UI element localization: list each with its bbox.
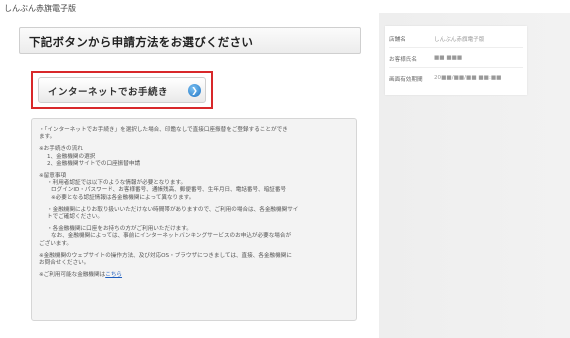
info-line: ます。: [39, 134, 56, 141]
page-heading: 下記ボタンから申請方法をお選びください: [19, 27, 361, 54]
summary-row-expiry: 画面有効期間 20■■/■■/■■ ■■:■■: [389, 70, 523, 88]
summary-value-store: しんぶん赤旗電子版: [434, 37, 485, 43]
info-line: ログインID・パスワード、お客様番号、通帳残高、郵便番号、生年月日、電話番号、暗…: [51, 187, 287, 194]
page-heading-text: 下記ボタンから申請方法をお選びください: [29, 35, 254, 49]
info-line: ※必要となる認証情報は各金融機関によって異なります。: [51, 194, 195, 201]
info-line: なお、金融機関によっては、事前にインターネットバンキングサービスのお申込が必要な…: [51, 233, 292, 240]
summary-card: 店舗名 しんぶん赤旗電子版 お客様氏名 ■■ ■■■ 画面有効期間 20■■/■…: [385, 26, 527, 95]
site-title: しんぶん赤旗電子版: [4, 4, 76, 13]
info-line: 2、金融機関サイトでの口座振替申請: [47, 160, 141, 167]
info-line: お問合せください。: [39, 260, 90, 267]
internet-procedure-button[interactable]: インターネットでお手続き ❯: [38, 77, 206, 103]
info-box: ・「インターネットでお手続き」を選択した場合、印鑑なしで直接口座振替をご登録する…: [31, 118, 357, 321]
info-line: ございます。: [39, 240, 73, 247]
summary-key-store: 店舗名: [389, 37, 406, 43]
summary-key-customer: お客様氏名: [389, 57, 417, 63]
internet-procedure-button-label: インターネットでお手続き: [48, 87, 169, 98]
info-line: ・「インターネットでお手続き」を選択した場合、印鑑なしで直接口座振替をご登録する…: [39, 127, 288, 133]
summary-value-customer: ■■ ■■■: [434, 55, 463, 61]
info-line: ※お手続きの流れ: [39, 146, 83, 153]
summary-row-customer: お客様氏名 ■■ ■■■: [389, 50, 523, 68]
chevron-right-circle-icon: ❯: [188, 84, 201, 97]
info-line: 1、金融機関の選択: [47, 153, 96, 160]
info-line: トでご確認ください。: [47, 214, 103, 221]
summary-key-expiry: 画面有効期間: [389, 77, 423, 83]
available-banks-link[interactable]: こちら: [105, 272, 122, 278]
info-line: ※金融機関のウェブサイトの操作方法、及び対応OS・ブラウザにつきましては、直接、…: [39, 252, 292, 259]
main-panel: 下記ボタンから申請方法をお選びください インターネットでお手続き ❯ ・「インタ…: [19, 27, 361, 323]
info-line: ・金融機関によりお取り扱いいただけない時間帯がありますので、ご利用の場合は、各金…: [47, 206, 299, 213]
summary-value-expiry: 20■■/■■/■■ ■■:■■: [434, 75, 502, 81]
available-banks-text: ※ご利用可能な金融機関は: [39, 272, 106, 279]
summary-row-store: 店舗名 しんぶん赤旗電子版: [389, 30, 523, 48]
info-line: ※ご利用可能な金融機関はこちら: [39, 272, 349, 279]
